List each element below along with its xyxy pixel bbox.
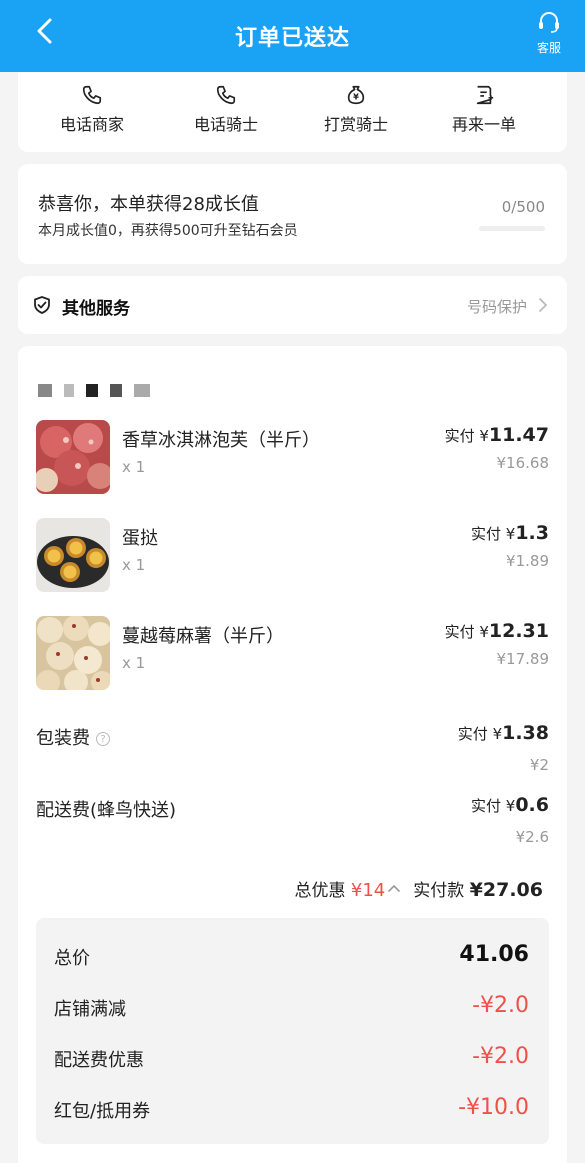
item-name: 蛋挞 <box>122 528 158 549</box>
breakdown-value: 41.06 <box>459 942 529 967</box>
discount-label: 总优惠 <box>294 881 346 901</box>
top-bar: 订单已送达 客服 <box>0 0 585 72</box>
paid-prefix: 实付 ¥ <box>471 525 516 543</box>
call-rider-label: 电话骑士 <box>193 115 258 134</box>
item-image-cream-puff[interactable] <box>36 420 110 494</box>
order-item: 蔓越莓麻薯（半斤） x 1 实付 ¥12.31 ¥17.89 <box>18 616 567 706</box>
order-item: 蛋挞 x 1 实付 ¥1.3 ¥1.89 <box>18 518 567 608</box>
packaging-fee-label: 包装费 <box>36 728 90 749</box>
item-image-egg-tart[interactable] <box>36 518 110 592</box>
breakdown-row: 配送费优惠 -¥2.0 <box>54 1044 529 1074</box>
item-original-price: ¥1.89 <box>506 552 549 570</box>
order-total-line: 总优惠 ¥14 实付款 ¥27.06 <box>295 876 544 901</box>
reorder-icon <box>476 85 494 105</box>
item-name: 蔓越莓麻薯（半斤） <box>122 626 284 647</box>
store-name-redacted <box>38 380 248 397</box>
item-paid-price: 实付 ¥11.47 <box>445 424 549 446</box>
call-merchant-button[interactable]: 电话商家 <box>32 84 152 135</box>
item-name: 香草冰淇淋泡芙（半斤） <box>122 430 320 451</box>
phone-icon <box>216 85 236 105</box>
delivery-fee-row: 配送费(蜂鸟快送) 实付 ¥0.6 ¥2.6 <box>18 792 567 852</box>
paid-prefix: 实付 ¥ <box>457 725 503 743</box>
fee-label: 包装费? <box>36 724 110 750</box>
reorder-label: 再来一单 <box>451 115 516 134</box>
page-title: 订单已送达 <box>234 26 350 51</box>
svg-text:¥: ¥ <box>353 92 359 102</box>
breakdown-row: 红包/抵用券 -¥10.0 <box>54 1095 529 1125</box>
item-quantity: x 1 <box>122 458 146 476</box>
growth-progress-text: 0/500 <box>501 198 545 216</box>
paid-prefix: 实付 ¥ <box>444 623 489 641</box>
other-services-row[interactable]: 其他服务 号码保护 <box>18 276 567 334</box>
breakdown-label: 红包/抵用券 <box>54 1101 151 1122</box>
growth-progress-bar <box>479 226 545 231</box>
paid-total-value: ¥27.06 <box>469 879 543 901</box>
price-breakdown: 总价 41.06 店铺满减 -¥2.0 配送费优惠 -¥2.0 红包/抵用券 -… <box>36 918 549 1144</box>
paid-total-label: 实付款 <box>413 881 465 901</box>
item-image-cranberry-mochi[interactable] <box>36 616 110 690</box>
fee-paid-price: 实付 ¥1.38 <box>458 722 549 744</box>
item-original-price: ¥17.89 <box>496 650 550 668</box>
phone-icon <box>82 85 102 105</box>
growth-subtitle: 本月成长值0，再获得500可升至钻石会员 <box>38 223 298 239</box>
breakdown-label: 总价 <box>54 948 90 969</box>
customer-service-label: 客服 <box>536 41 561 55</box>
item-quantity: x 1 <box>122 556 146 574</box>
call-merchant-label: 电话商家 <box>59 115 124 134</box>
tip-rider-label: 打赏骑士 <box>323 115 388 134</box>
growth-card: 恭喜你，本单获得28成长值 本月成长值0，再获得500可升至钻石会员 0/500 <box>18 164 567 264</box>
breakdown-value: -¥10.0 <box>458 1095 529 1120</box>
growth-title: 恭喜你，本单获得28成长值 <box>38 194 259 215</box>
breakdown-row: 店铺满减 -¥2.0 <box>54 993 529 1023</box>
chevron-up-icon[interactable] <box>387 883 401 893</box>
paid-prefix: 实付 ¥ <box>471 797 516 815</box>
fee-original-price: ¥2 <box>529 756 549 774</box>
money-bag-icon: ¥ <box>347 85 365 105</box>
item-paid-price: 实付 ¥12.31 <box>445 620 549 642</box>
shield-check-icon <box>34 296 50 314</box>
number-protection-text: 号码保护 <box>466 298 527 316</box>
customer-service-button[interactable]: 客服 <box>531 10 567 56</box>
reorder-button[interactable]: 再来一单 <box>424 84 544 135</box>
order-card: 香草冰淇淋泡芙（半斤） x 1 实付 ¥11.47 ¥16.68 蛋挞 x 1 … <box>18 346 567 1163</box>
paid-amount: 0.6 <box>515 794 549 816</box>
item-paid-price: 实付 ¥1.3 <box>471 522 549 544</box>
item-quantity: x 1 <box>122 654 146 672</box>
headset-icon <box>539 12 559 33</box>
paid-amount: 1.3 <box>515 522 549 544</box>
breakdown-value: -¥2.0 <box>472 1044 529 1069</box>
item-original-price: ¥16.68 <box>496 454 550 472</box>
paid-amount: 11.47 <box>488 424 549 446</box>
call-rider-button[interactable]: 电话骑士 <box>166 84 286 135</box>
breakdown-row: 总价 41.06 <box>54 942 529 972</box>
packaging-fee-row: 包装费? 实付 ¥1.38 ¥2 <box>18 720 567 780</box>
paid-amount: 1.38 <box>502 722 549 744</box>
chevron-right-icon <box>539 298 548 312</box>
tip-rider-button[interactable]: ¥ 打赏骑士 <box>296 84 416 135</box>
breakdown-value: -¥2.0 <box>472 993 529 1018</box>
fee-original-price: ¥2.6 <box>515 828 549 846</box>
delivery-fee-label: 配送费(蜂鸟快送) <box>36 800 177 821</box>
breakdown-label: 配送费优惠 <box>54 1050 144 1071</box>
order-item: 香草冰淇淋泡芙（半斤） x 1 实付 ¥11.47 ¥16.68 <box>18 420 567 510</box>
help-icon[interactable]: ? <box>96 732 110 746</box>
quick-actions: 电话商家 电话骑士 ¥ 打赏骑士 再来一单 <box>18 72 567 152</box>
paid-amount: 12.31 <box>488 620 549 642</box>
paid-prefix: 实付 ¥ <box>444 427 489 445</box>
fee-paid-price: 实付 ¥0.6 <box>471 794 549 816</box>
breakdown-label: 店铺满减 <box>54 999 126 1020</box>
other-services-label: 其他服务 <box>62 299 130 319</box>
discount-value: ¥14 <box>350 880 386 901</box>
